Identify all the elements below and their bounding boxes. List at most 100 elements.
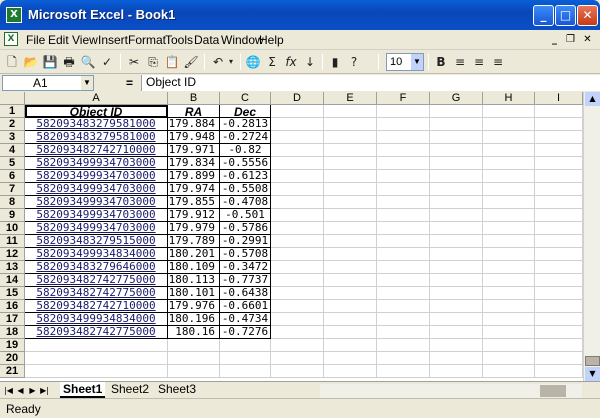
cut-icon[interactable]: ✂ (125, 53, 143, 71)
empty-cell[interactable] (271, 118, 324, 131)
empty-cell[interactable] (324, 144, 377, 157)
empty-cell[interactable] (535, 261, 583, 274)
row-header[interactable]: 12 (0, 248, 25, 261)
object-id-cell[interactable]: 582093482742710000 (25, 144, 168, 157)
empty-cell[interactable] (271, 131, 324, 144)
align-right-icon[interactable]: ≡ (489, 53, 507, 71)
object-id-cell[interactable]: 582093482742775000 (25, 326, 168, 339)
empty-cell[interactable] (483, 157, 535, 170)
empty-cell[interactable] (324, 300, 377, 313)
autosum-icon[interactable]: Σ (263, 53, 281, 71)
menu-file[interactable]: File (26, 33, 45, 47)
empty-cell[interactable] (535, 248, 583, 261)
empty-cell[interactable] (430, 105, 483, 118)
object-id-cell[interactable]: 582093482742710000 (25, 300, 168, 313)
empty-cell[interactable] (483, 144, 535, 157)
ra-cell[interactable]: 180.201 (168, 248, 220, 261)
empty-cell[interactable] (377, 339, 430, 352)
row-header[interactable]: 6 (0, 170, 25, 183)
empty-cell[interactable] (25, 339, 168, 352)
dec-cell[interactable]: -0.501 (220, 209, 271, 222)
empty-cell[interactable] (430, 274, 483, 287)
object-id-cell[interactable]: 582093499934703000 (25, 222, 168, 235)
paste-icon[interactable]: 📋 (163, 53, 181, 71)
empty-cell[interactable] (324, 248, 377, 261)
empty-cell[interactable] (430, 118, 483, 131)
empty-cell[interactable] (271, 209, 324, 222)
undo-icon[interactable]: ↶ (209, 53, 227, 71)
empty-cell[interactable] (25, 352, 168, 365)
chevron-down-icon[interactable]: ▼ (411, 54, 423, 70)
chevron-down-icon[interactable]: ▼ (81, 76, 93, 90)
dec-cell[interactable]: -0.6601 (220, 300, 271, 313)
ra-cell[interactable]: 179.899 (168, 170, 220, 183)
empty-cell[interactable] (430, 339, 483, 352)
empty-cell[interactable] (271, 339, 324, 352)
ra-cell[interactable]: 179.971 (168, 144, 220, 157)
object-id-cell[interactable]: 582093483279515000 (25, 235, 168, 248)
empty-cell[interactable] (377, 300, 430, 313)
row-header[interactable]: 10 (0, 222, 25, 235)
empty-cell[interactable] (535, 157, 583, 170)
empty-cell[interactable] (377, 248, 430, 261)
row-header[interactable]: 14 (0, 274, 25, 287)
object-id-cell[interactable]: 582093499934703000 (25, 170, 168, 183)
open-icon[interactable]: 📂 (22, 53, 40, 71)
empty-cell[interactable] (483, 248, 535, 261)
empty-cell[interactable] (430, 183, 483, 196)
empty-cell[interactable] (271, 183, 324, 196)
empty-cell[interactable] (377, 222, 430, 235)
ra-cell[interactable]: 179.834 (168, 157, 220, 170)
empty-cell[interactable] (271, 222, 324, 235)
ra-cell[interactable]: 179.976 (168, 300, 220, 313)
empty-cell[interactable] (377, 287, 430, 300)
empty-cell[interactable] (324, 157, 377, 170)
row-header[interactable]: 5 (0, 157, 25, 170)
dec-cell[interactable]: -0.5708 (220, 248, 271, 261)
empty-cell[interactable] (324, 261, 377, 274)
menu-view[interactable]: View (72, 33, 98, 47)
empty-cell[interactable] (483, 118, 535, 131)
empty-cell[interactable] (324, 131, 377, 144)
empty-cell[interactable] (430, 170, 483, 183)
empty-cell[interactable] (535, 352, 583, 365)
empty-cell[interactable] (168, 352, 220, 365)
empty-cell[interactable] (271, 261, 324, 274)
chart-wizard-icon[interactable]: ▮ (326, 53, 344, 71)
object-id-cell[interactable]: 582093482742775000 (25, 274, 168, 287)
column-header-c[interactable]: C (220, 92, 271, 105)
menu-data[interactable]: Data (194, 33, 219, 47)
empty-cell[interactable] (377, 118, 430, 131)
first-sheet-icon[interactable]: |◀ (3, 384, 14, 397)
empty-cell[interactable] (377, 183, 430, 196)
menu-tools[interactable]: Tools (165, 33, 193, 47)
row-header[interactable]: 21 (0, 365, 25, 378)
empty-cell[interactable] (377, 274, 430, 287)
empty-cell[interactable] (535, 287, 583, 300)
ra-cell[interactable]: 180.101 (168, 287, 220, 300)
copy-icon[interactable]: ⎘ (144, 53, 162, 71)
empty-cell[interactable] (271, 274, 324, 287)
select-all-corner[interactable] (0, 92, 25, 105)
prev-sheet-icon[interactable]: ◀ (15, 384, 26, 397)
row-header[interactable]: 11 (0, 235, 25, 248)
empty-cell[interactable] (430, 144, 483, 157)
empty-cell[interactable] (483, 365, 535, 378)
empty-cell[interactable] (483, 274, 535, 287)
empty-cell[interactable] (430, 365, 483, 378)
table-header-cell[interactable]: Dec (220, 105, 271, 118)
workbook-minimize-button[interactable]: _ (547, 33, 562, 47)
empty-cell[interactable] (377, 209, 430, 222)
ra-cell[interactable]: 180.196 (168, 313, 220, 326)
empty-cell[interactable] (377, 170, 430, 183)
empty-cell[interactable] (535, 196, 583, 209)
empty-cell[interactable] (430, 209, 483, 222)
empty-cell[interactable] (535, 339, 583, 352)
empty-cell[interactable] (25, 365, 168, 378)
empty-cell[interactable] (271, 105, 324, 118)
sheet-tab-sheet2[interactable]: Sheet2 (108, 382, 152, 398)
dec-cell[interactable]: -0.2813 (220, 118, 271, 131)
vertical-scrollbar[interactable]: ▲ ▼ (583, 92, 600, 381)
ra-cell[interactable]: 180.109 (168, 261, 220, 274)
empty-cell[interactable] (483, 287, 535, 300)
